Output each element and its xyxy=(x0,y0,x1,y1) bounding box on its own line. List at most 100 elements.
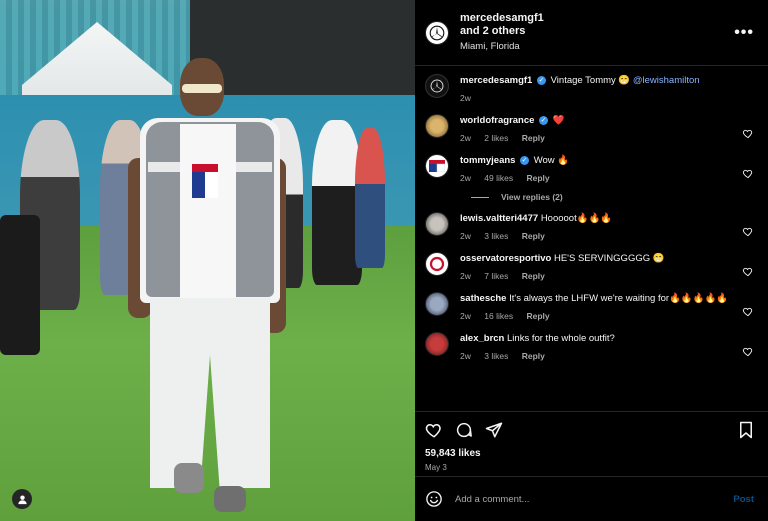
emoji-smiley-icon[interactable] xyxy=(425,490,443,508)
header-meta: mercedesamgf1 and 2 others Miami, Florid… xyxy=(460,12,734,53)
comment-username[interactable]: worldofragrance xyxy=(460,115,534,126)
post-photo[interactable] xyxy=(0,0,415,521)
comment-time[interactable]: 2w xyxy=(460,173,471,183)
verified-badge-icon: ✓ xyxy=(520,155,530,165)
commenter-avatar[interactable] xyxy=(425,292,449,316)
comment-info: 2w 3 likes Reply xyxy=(460,349,734,363)
background-person xyxy=(355,128,385,268)
mercedes-star-icon xyxy=(429,25,445,40)
post-comment-button[interactable]: Post xyxy=(733,494,754,505)
like-heart-icon[interactable] xyxy=(425,421,443,439)
heart-icon[interactable] xyxy=(742,306,754,317)
tommy-flag-logo xyxy=(192,164,218,198)
comment-bubble-icon[interactable] xyxy=(455,421,473,439)
more-options-button[interactable]: ••• xyxy=(734,24,754,42)
reply-button[interactable]: Reply xyxy=(522,133,545,143)
reply-button[interactable]: Reply xyxy=(526,173,549,183)
comments-list[interactable]: mercedesamgf1 ✓ Vintage Tommy 😁 @lewisha… xyxy=(415,66,768,411)
header-username[interactable]: mercedesamgf1 xyxy=(460,12,734,25)
comment-username[interactable]: osservatoresportivo xyxy=(460,253,551,264)
heart-icon[interactable] xyxy=(742,226,754,237)
ring-logo-icon xyxy=(429,256,445,272)
caption-avatar[interactable] xyxy=(425,74,449,98)
reply-button[interactable]: Reply xyxy=(522,231,545,241)
heart-icon[interactable] xyxy=(742,266,754,277)
comment-likes[interactable]: 7 likes xyxy=(484,271,508,281)
comment-row: sathesche It's always the LHFW we're wai… xyxy=(425,292,754,323)
comment-likes[interactable]: 3 likes xyxy=(484,351,508,361)
reply-button[interactable]: Reply xyxy=(526,311,549,321)
post-header: mercedesamgf1 and 2 others Miami, Florid… xyxy=(415,0,768,66)
comment-username[interactable]: lewis.valtteri4477 xyxy=(460,213,538,224)
comment-time[interactable]: 2w xyxy=(460,271,471,281)
comment-text: HE'S SERVINGGGGG 😁 xyxy=(553,253,665,264)
commenter-avatar[interactable] xyxy=(425,114,449,138)
verified-badge-icon: ✓ xyxy=(539,115,549,125)
comment-time[interactable]: 2w xyxy=(460,351,471,361)
heart-icon[interactable] xyxy=(742,128,754,139)
post-side-panel: mercedesamgf1 and 2 others Miami, Florid… xyxy=(415,0,768,521)
caption-text-block: mercedesamgf1 ✓ Vintage Tommy 😁 @lewisha… xyxy=(460,74,754,105)
tommy-flag-icon xyxy=(429,160,445,172)
header-coauthors[interactable]: and 2 others xyxy=(460,25,734,38)
replies-divider-line xyxy=(471,196,489,198)
comment-text: Links for the whole outfit? xyxy=(507,333,615,344)
comment-likes[interactable]: 2 likes xyxy=(484,133,508,143)
comment-username[interactable]: sathesche xyxy=(460,293,506,304)
comment-text: Hooooot🔥🔥🔥 xyxy=(540,213,613,224)
comment-likes[interactable]: 16 likes xyxy=(484,311,513,321)
comment-input[interactable]: Add a comment... xyxy=(455,494,733,505)
commenter-avatar[interactable] xyxy=(425,154,449,178)
comment-likes[interactable]: 49 likes xyxy=(484,173,513,183)
share-paper-plane-icon[interactable] xyxy=(485,421,503,439)
caption-time[interactable]: 2w xyxy=(460,93,471,103)
comment-row: lewis.valtteri4477 Hooooot🔥🔥🔥 2w 3 likes… xyxy=(425,212,754,243)
comment-time[interactable]: 2w xyxy=(460,231,471,241)
comment-text: ❤️ xyxy=(552,115,565,126)
comment-time[interactable]: 2w xyxy=(460,133,471,143)
tagged-users-button[interactable] xyxy=(12,489,32,509)
comment-body: tommyjeans ✓ Wow 🔥 2w 49 likes Reply xyxy=(460,154,734,185)
heart-icon[interactable] xyxy=(742,168,754,179)
account-avatar[interactable] xyxy=(425,20,449,45)
subject-left-shoe xyxy=(174,463,204,493)
subject-shirt xyxy=(180,124,236,299)
comment-info: 2w 16 likes Reply xyxy=(460,309,734,323)
comment-likes[interactable]: 3 likes xyxy=(484,231,508,241)
verified-badge-icon: ✓ xyxy=(537,75,546,85)
comment-username[interactable]: alex_brcn xyxy=(460,333,504,344)
subject-sunglasses xyxy=(182,84,222,93)
commenter-avatar[interactable] xyxy=(425,332,449,356)
reply-button[interactable]: Reply xyxy=(522,351,545,361)
caption-mention[interactable]: @lewishamilton xyxy=(633,75,700,86)
view-replies-label: View replies (2) xyxy=(501,192,563,202)
comment-row: worldofragrance ✓ ❤️ 2w 2 likes Reply xyxy=(425,114,754,145)
comment-username[interactable]: tommyjeans xyxy=(460,155,515,166)
caption-info: 2w xyxy=(460,91,754,105)
comment-info: 2w 49 likes Reply xyxy=(460,171,734,185)
post-date[interactable]: May 3 xyxy=(425,463,754,472)
reply-button[interactable]: Reply xyxy=(522,271,545,281)
comment-info: 2w 2 likes Reply xyxy=(460,131,734,145)
caption-username[interactable]: mercedesamgf1 xyxy=(460,75,532,86)
comment-row: alex_brcn Links for the whole outfit? 2w… xyxy=(425,332,754,363)
comment-time[interactable]: 2w xyxy=(460,311,471,321)
comment-row: osservatoresportivo HE'S SERVINGGGGG 😁 2… xyxy=(425,252,754,283)
heart-icon[interactable] xyxy=(742,346,754,357)
view-replies-button[interactable]: View replies (2) xyxy=(471,192,754,202)
tv-camera xyxy=(0,215,40,355)
likes-count[interactable]: 59,843 likes xyxy=(425,448,754,459)
commenter-avatar[interactable] xyxy=(425,252,449,276)
subject-right-shoe xyxy=(214,486,246,512)
commenter-avatar[interactable] xyxy=(425,212,449,236)
comment-body: worldofragrance ✓ ❤️ 2w 2 likes Reply xyxy=(460,114,734,145)
mercedes-star-icon xyxy=(430,79,444,93)
comment-info: 2w 7 likes Reply xyxy=(460,269,734,283)
caption-row: mercedesamgf1 ✓ Vintage Tommy 😁 @lewisha… xyxy=(425,74,754,105)
bookmark-icon[interactable] xyxy=(738,421,754,439)
instagram-post: mercedesamgf1 and 2 others Miami, Florid… xyxy=(0,0,768,521)
more-horizontal-icon: ••• xyxy=(734,23,754,41)
header-location[interactable]: Miami, Florida xyxy=(460,40,734,53)
comment-body: osservatoresportivo HE'S SERVINGGGGG 😁 2… xyxy=(460,252,734,283)
comment-row: tommyjeans ✓ Wow 🔥 2w 49 likes Reply xyxy=(425,154,754,185)
